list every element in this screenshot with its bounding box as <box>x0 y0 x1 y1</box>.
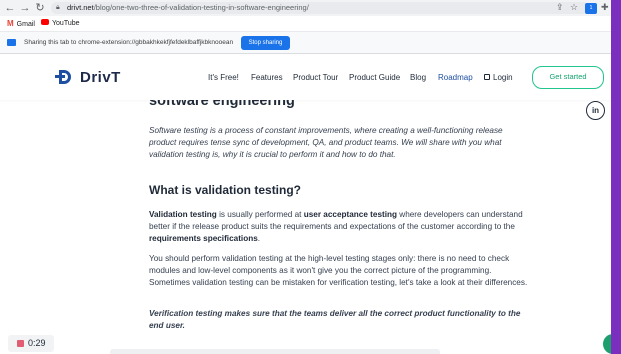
nav-product-guide[interactable]: Product Guide <box>349 73 400 83</box>
url-path: /blog/one-two-three-of-validation-testin… <box>93 3 309 12</box>
article-paragraph: Validation testing is usually performed … <box>149 210 523 243</box>
lock-icon: 🔒︎ <box>56 4 60 11</box>
bookmark-youtube[interactable]: YouTube <box>41 18 80 30</box>
share-icon[interactable]: ⇪ <box>556 1 564 13</box>
stop-record-icon[interactable] <box>17 340 24 347</box>
extensions-puzzle-icon[interactable]: ✚ <box>601 2 609 13</box>
bookmarks-bar: M Gmail YouTube <box>0 16 621 32</box>
section-heading: What is validation testing? <box>149 183 302 197</box>
screen-share-border <box>611 0 621 354</box>
linkedin-share-icon[interactable]: in <box>586 101 605 120</box>
youtube-icon <box>41 19 49 26</box>
screen-share-icon <box>7 39 16 46</box>
nav-product-tour[interactable]: Product Tour <box>293 73 338 83</box>
extension-icon[interactable]: 1 <box>585 3 597 14</box>
bottom-banner-edge <box>110 349 440 354</box>
tab-sharing-bar: Sharing this tab to chrome-extension://g… <box>0 32 621 54</box>
recording-timer[interactable]: 0:29 <box>8 335 54 352</box>
get-started-button[interactable]: Get started <box>532 66 604 89</box>
nav-features[interactable]: Features <box>251 73 283 83</box>
forward-icon[interactable]: → <box>19 2 31 14</box>
drivt-logo[interactable]: DrivT <box>55 69 121 86</box>
nav-roadmap[interactable]: Roadmap <box>438 73 473 83</box>
bookmark-gmail[interactable]: M Gmail <box>7 18 35 31</box>
gmail-icon: M <box>7 19 14 28</box>
url-bar[interactable]: 🔒︎ drivt.net/blog/one-two-three-of-valid… <box>51 2 589 14</box>
back-icon[interactable]: ← <box>4 2 16 14</box>
article-paragraph: You should perform validation testing at… <box>149 254 528 287</box>
reload-icon[interactable]: ↻ <box>34 2 46 14</box>
logo-mark-icon <box>55 70 77 84</box>
nav-login[interactable]: Login <box>484 73 513 83</box>
url-host: drivt.net <box>67 3 94 12</box>
login-icon <box>484 74 490 80</box>
stop-sharing-button[interactable]: Stop sharing <box>241 36 290 50</box>
browser-toolbar: ← → ↻ 🔒︎ drivt.net/blog/one-two-three-of… <box>0 0 621 16</box>
bookmark-star-icon[interactable]: ☆ <box>570 1 578 13</box>
article-intro: Software testing is a process of constan… <box>149 126 503 159</box>
nav-blog[interactable]: Blog <box>410 73 426 83</box>
site-header: DrivT It's Free! Features Product Tour P… <box>0 55 611 100</box>
nav-its-free[interactable]: It's Free! <box>208 73 239 83</box>
sharing-message: Sharing this tab to chrome-extension://g… <box>24 39 234 46</box>
article-callout: Verification testing makes sure that the… <box>149 309 521 330</box>
